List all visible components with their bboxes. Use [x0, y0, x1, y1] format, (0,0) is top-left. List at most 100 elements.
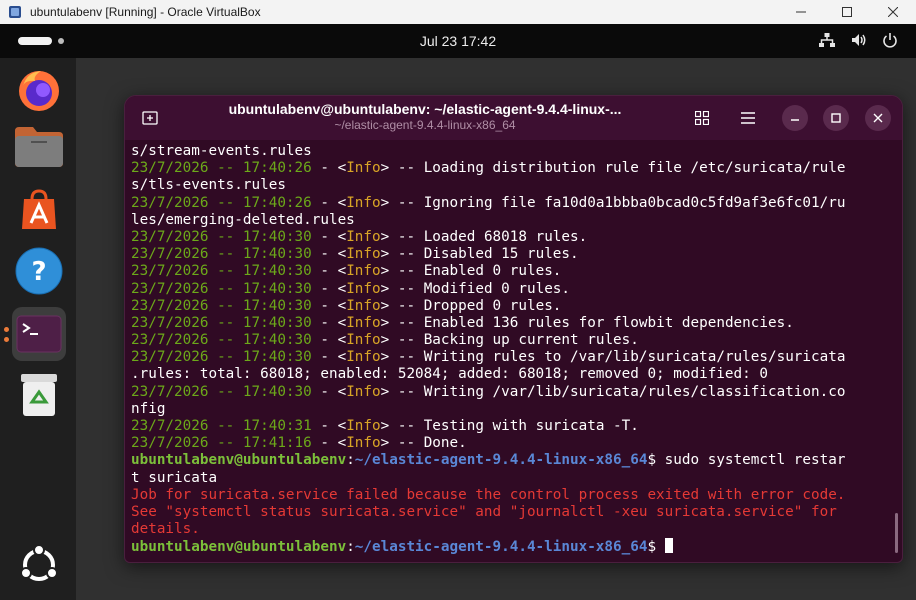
log-level: Info: [346, 246, 381, 263]
dock-item-trash[interactable]: [12, 368, 66, 422]
search-button[interactable]: [689, 105, 715, 131]
trash-icon: [21, 374, 57, 416]
log-timestamp: 23/7/2026 -- 17:40:26: [131, 194, 312, 211]
log-separator: > --: [380, 332, 424, 349]
prompt-colon: :: [346, 539, 355, 556]
terminal-line: ubuntulabenv@ubuntulabenv:~/elastic-agen…: [131, 538, 896, 555]
new-tab-button[interactable]: [139, 107, 161, 129]
terminal-output[interactable]: s/stream-events.rules 23/7/2026 -- 17:40:…: [131, 143, 896, 561]
log-message: Writing /var/lib/suricata/rules/classifi…: [423, 383, 846, 400]
terminal-line: s/tls-events.rules: [131, 177, 896, 194]
terminal-subtitle: ~/elastic-agent-9.4.4-linux-x86_64: [334, 118, 516, 132]
terminal-line: 23/7/2026 -- 17:40:30 - <Info> -- Backin…: [131, 332, 896, 349]
log-timestamp: 23/7/2026 -- 17:40:30: [131, 383, 312, 400]
log-separator: > --: [380, 418, 424, 434]
prompt-user: ubuntulabenv@ubuntulabenv: [131, 539, 347, 556]
close-icon: [888, 7, 898, 17]
output-text: s/tls-events.rules: [131, 177, 286, 194]
maximize-icon: [831, 113, 841, 123]
running-indicator: [4, 337, 9, 342]
terminal-line: nfig: [131, 401, 896, 418]
log-separator: > --: [380, 263, 424, 280]
window-title: ubuntulabenv [Running] - Oracle VirtualB…: [30, 5, 261, 19]
terminal-line: 23/7/2026 -- 17:40:30 - <Info> -- Enable…: [131, 315, 896, 332]
prompt-user: ubuntulabenv@ubuntulabenv: [131, 452, 347, 469]
terminal-line: 23/7/2026 -- 17:40:30 - <Info> -- Modifi…: [131, 281, 896, 298]
terminal-line: 23/7/2026 -- 17:41:16 - <Info> -- Done.: [131, 435, 896, 452]
close-terminal-button[interactable]: [865, 105, 891, 131]
terminal-line: 23/7/2026 -- 17:40:30 - <Info> -- Writin…: [131, 349, 896, 366]
log-timestamp: 23/7/2026 -- 17:40:30: [131, 314, 312, 331]
prompt-colon: :: [346, 452, 355, 469]
terminal-line: 23/7/2026 -- 17:40:26 - <Info> -- Ignori…: [131, 195, 896, 212]
log-separator: - <: [311, 228, 347, 245]
close-button[interactable]: [870, 0, 916, 24]
terminal-scrollbar[interactable]: [895, 513, 898, 553]
maximize-terminal-button[interactable]: [823, 105, 849, 131]
log-level: Info: [346, 263, 381, 280]
volume-icon[interactable]: [850, 32, 868, 48]
terminal-line: details.: [131, 521, 896, 538]
log-level: Info: [346, 418, 381, 434]
dock-item-terminal[interactable]: [12, 307, 66, 361]
app-center-icon: [22, 189, 56, 229]
clock[interactable]: Jul 23 17:42: [0, 33, 916, 49]
virtualbox-title-bar: ubuntulabenv [Running] - Oracle VirtualB…: [0, 0, 916, 24]
log-separator: > --: [380, 435, 424, 452]
log-separator: - <: [311, 383, 347, 400]
log-separator: - <: [311, 349, 347, 366]
log-separator: > --: [380, 280, 424, 297]
text-cursor: [664, 538, 673, 554]
terminal-line: .rules: total: 68018; enabled: 52084; ad…: [131, 366, 896, 383]
log-separator: - <: [311, 435, 347, 452]
log-timestamp: 23/7/2026 -- 17:40:26: [131, 160, 312, 177]
system-tray[interactable]: [818, 32, 898, 48]
terminal-header-bar[interactable]: ubuntulabenv@ubuntulabenv: ~/elastic-age…: [125, 96, 902, 140]
log-separator: - <: [311, 246, 347, 263]
top-panel: Jul 23 17:42: [0, 24, 916, 58]
log-separator: - <: [311, 194, 347, 211]
error-text: details.: [131, 521, 200, 538]
log-timestamp: 23/7/2026 -- 17:40:30: [131, 349, 312, 366]
log-timestamp: 23/7/2026 -- 17:40:30: [131, 246, 312, 263]
log-level: Info: [346, 314, 381, 331]
log-level: Info: [346, 332, 381, 349]
log-message: Backing up current rules.: [423, 332, 639, 349]
dock-item-app-center[interactable]: [12, 183, 66, 237]
window-controls: [778, 0, 916, 24]
dock-item-help[interactable]: ?: [12, 244, 66, 298]
dock-item-firefox[interactable]: [12, 63, 66, 117]
log-separator: > --: [380, 194, 424, 211]
log-level: Info: [346, 297, 381, 314]
svg-text:?: ?: [31, 257, 46, 287]
terminal-line: 23/7/2026 -- 17:40:30 - <Info> -- Droppe…: [131, 298, 896, 315]
running-indicator: [4, 327, 9, 332]
terminal-line: 23/7/2026 -- 17:40:30 - <Info> -- Enable…: [131, 263, 896, 280]
new-tab-icon: [142, 111, 158, 125]
log-message: Writing rules to /var/lib/suricata/rules…: [423, 349, 846, 366]
terminal-window[interactable]: ubuntulabenv@ubuntulabenv: ~/elastic-age…: [124, 95, 903, 563]
log-timestamp: 23/7/2026 -- 17:41:16: [131, 435, 312, 452]
maximize-icon: [842, 7, 852, 17]
log-level: Info: [346, 280, 381, 297]
log-message: Modified 0 rules.: [423, 280, 571, 297]
output-text: s/stream-events.rules: [131, 143, 312, 159]
minimize-icon: [791, 119, 799, 121]
menu-button[interactable]: [735, 105, 761, 131]
log-message: Dropped 0 rules.: [423, 297, 562, 314]
network-icon[interactable]: [818, 32, 836, 48]
log-level: Info: [346, 435, 381, 452]
power-icon[interactable]: [882, 32, 898, 48]
minimize-button[interactable]: [778, 0, 824, 24]
dock-item-show-apps[interactable]: [12, 538, 66, 592]
terminal-line: les/emerging-deleted.rules: [131, 212, 896, 229]
minimize-terminal-button[interactable]: [782, 105, 808, 131]
maximize-button[interactable]: [824, 0, 870, 24]
log-message: Loading distribution rule file /etc/suri…: [423, 160, 846, 177]
log-separator: > --: [380, 297, 424, 314]
log-level: Info: [346, 383, 381, 400]
log-timestamp: 23/7/2026 -- 17:40:30: [131, 263, 312, 280]
log-message: Testing with suricata -T.: [423, 418, 639, 434]
prompt-dollar: $: [647, 539, 665, 556]
dock-item-files[interactable]: [12, 120, 66, 174]
